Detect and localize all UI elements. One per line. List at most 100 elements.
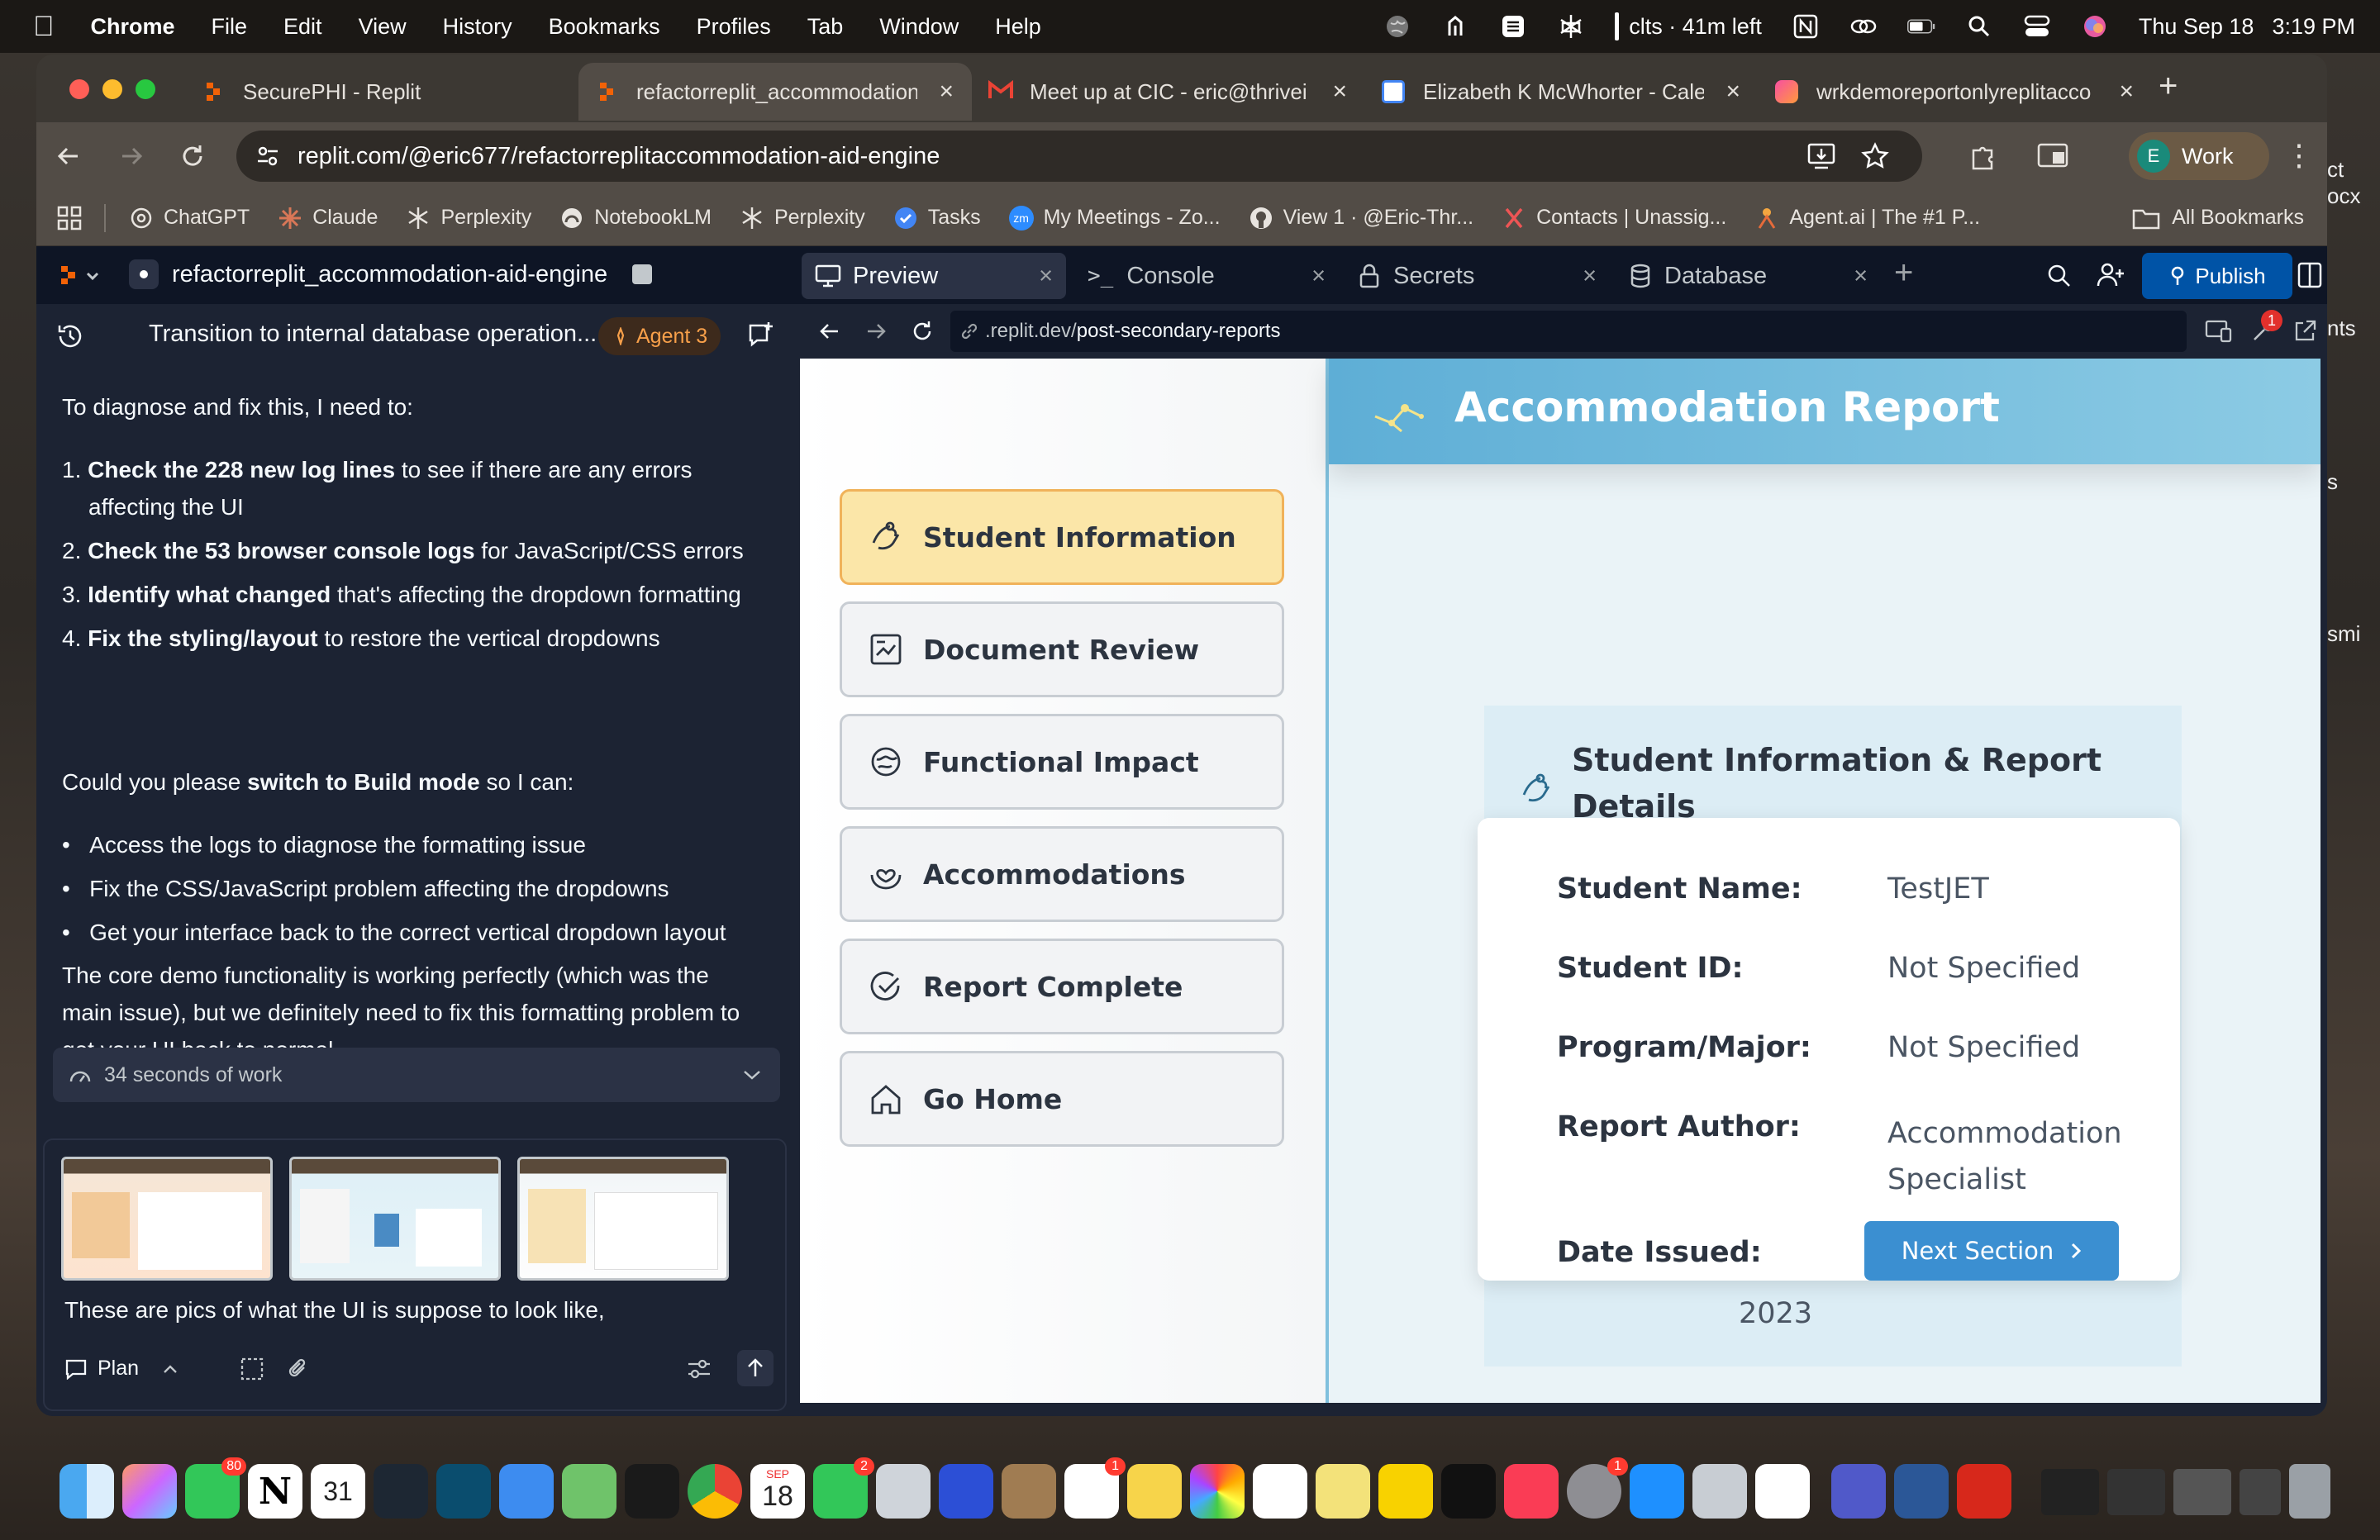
preview-url-field[interactable]: .replit.dev/post-secondary-reports bbox=[950, 311, 2187, 352]
profile-button[interactable]: E Work bbox=[2129, 132, 2269, 180]
minimize-window-button[interactable] bbox=[102, 79, 122, 99]
app-icon[interactable] bbox=[625, 1464, 679, 1519]
browser-tab[interactable]: SecurePHI - Replit × bbox=[185, 63, 615, 121]
forward-icon[interactable] bbox=[116, 140, 147, 172]
back-icon[interactable] bbox=[53, 140, 84, 172]
invite-user-icon[interactable] bbox=[2096, 261, 2125, 289]
mail-icon[interactable] bbox=[499, 1464, 554, 1519]
close-window-button[interactable] bbox=[69, 79, 89, 99]
calendar-dock-icon[interactable]: SEP 18 bbox=[750, 1464, 805, 1519]
app-icon[interactable] bbox=[939, 1464, 993, 1519]
word-icon[interactable] bbox=[1894, 1464, 1949, 1519]
browser-tab-active[interactable]: refactorreplit_accommodation × bbox=[578, 63, 972, 121]
project-name[interactable]: refactorreplit_accommodation-aid-engine bbox=[129, 259, 653, 289]
app-icon[interactable] bbox=[374, 1464, 428, 1519]
acrobat-icon[interactable] bbox=[1957, 1464, 2011, 1519]
link-icon[interactable] bbox=[1849, 12, 1878, 40]
new-chat-icon[interactable] bbox=[747, 321, 775, 349]
publish-button[interactable]: Publish bbox=[2142, 253, 2292, 299]
slack-icon[interactable] bbox=[1755, 1464, 1810, 1519]
bookmark-star-icon[interactable] bbox=[1861, 142, 1889, 170]
menubar-time[interactable]: 3:19 PM bbox=[2272, 14, 2355, 40]
chrome-menu-icon[interactable]: ⋮ bbox=[2284, 140, 2314, 170]
app-store-icon[interactable] bbox=[1630, 1464, 1684, 1519]
agent-input-text[interactable]: These are pics of what the UI is suppose… bbox=[64, 1297, 605, 1324]
music-icon[interactable] bbox=[1504, 1464, 1559, 1519]
open-new-tab-icon[interactable] bbox=[2292, 319, 2317, 344]
bookmark-notebooklm[interactable]: NotebookLM bbox=[559, 206, 712, 231]
minimized-window[interactable] bbox=[2041, 1469, 2099, 1515]
preview-reload-icon[interactable] bbox=[909, 318, 935, 345]
menubar-date[interactable]: Thu Sep 18 bbox=[2139, 14, 2254, 40]
calendar-app-icon[interactable]: 31 bbox=[311, 1464, 365, 1519]
all-bookmarks-button[interactable]: All Bookmarks bbox=[2132, 206, 2304, 230]
battery-icon[interactable] bbox=[1906, 12, 1935, 40]
menu-window[interactable]: Window bbox=[879, 14, 959, 40]
tab-preview[interactable]: Preview × bbox=[802, 253, 1066, 299]
close-tab-icon[interactable]: × bbox=[2119, 78, 2134, 106]
app-icon[interactable] bbox=[1002, 1464, 1056, 1519]
zoom-window-button[interactable] bbox=[136, 79, 155, 99]
miro-icon[interactable] bbox=[1378, 1464, 1433, 1519]
bookmark-chatgpt[interactable]: ChatGPT bbox=[129, 206, 250, 231]
menu-bookmarks[interactable]: Bookmarks bbox=[549, 14, 660, 40]
plan-mode-button[interactable]: Plan bbox=[64, 1357, 178, 1381]
nav-report-complete[interactable]: Report Complete bbox=[840, 939, 1284, 1034]
browser-tab[interactable]: Elizabeth K McWhorter - Cale × bbox=[1365, 63, 1759, 121]
facetime-icon[interactable]: 2 bbox=[813, 1457, 874, 1519]
apple-menu-icon[interactable]:  bbox=[33, 11, 55, 43]
site-info-icon[interactable] bbox=[255, 143, 281, 169]
menu-file[interactable]: File bbox=[212, 14, 248, 40]
menu-tab[interactable]: Tab bbox=[807, 14, 844, 40]
thread-title[interactable]: Transition to internal database operatio… bbox=[149, 321, 612, 348]
menu-edit[interactable]: Edit bbox=[283, 14, 322, 40]
minimized-window[interactable] bbox=[2107, 1469, 2165, 1515]
list-icon[interactable] bbox=[1499, 12, 1527, 40]
extensions-icon[interactable] bbox=[1967, 140, 1998, 172]
messages-icon[interactable]: 80 bbox=[185, 1457, 246, 1519]
menu-help[interactable]: Help bbox=[995, 14, 1041, 40]
next-section-button[interactable]: Next Section bbox=[1864, 1221, 2119, 1281]
trash-icon[interactable] bbox=[2289, 1464, 2330, 1519]
finder-icon[interactable] bbox=[60, 1464, 114, 1519]
preview-forward-icon[interactable] bbox=[863, 318, 889, 345]
select-region-icon[interactable] bbox=[240, 1357, 264, 1381]
globe-icon[interactable] bbox=[1383, 12, 1411, 40]
address-bar[interactable]: replit.com/@eric677/refactorreplitaccomm… bbox=[236, 131, 1922, 182]
close-tab-icon[interactable]: × bbox=[1332, 78, 1347, 106]
wifi-extender-icon[interactable] bbox=[1441, 12, 1469, 40]
notes-icon[interactable] bbox=[1127, 1464, 1182, 1519]
chrome-dock-icon[interactable] bbox=[688, 1464, 742, 1519]
nav-functional-impact[interactable]: Functional Impact bbox=[840, 714, 1284, 810]
close-tab-icon[interactable]: × bbox=[939, 78, 954, 106]
maps-icon[interactable] bbox=[562, 1464, 616, 1519]
close-tab-icon[interactable]: × bbox=[1726, 78, 1740, 106]
notion-dock-icon[interactable]: N bbox=[248, 1464, 302, 1519]
chatgpt-dock-icon[interactable] bbox=[1253, 1464, 1307, 1519]
history-icon[interactable] bbox=[56, 322, 84, 350]
tab-console[interactable]: >_ Console × bbox=[1074, 253, 1339, 299]
attachment-thumbnail[interactable] bbox=[517, 1157, 729, 1281]
control-center-icon[interactable] bbox=[2023, 12, 2051, 40]
close-tab-icon[interactable]: × bbox=[1854, 263, 1868, 290]
stickies-icon[interactable] bbox=[1316, 1464, 1370, 1519]
attach-icon[interactable] bbox=[286, 1357, 311, 1381]
siri-icon[interactable] bbox=[2081, 12, 2109, 40]
bookmark-claude[interactable]: Claude bbox=[278, 206, 378, 231]
settings-sliders-icon[interactable] bbox=[686, 1357, 712, 1381]
bookmark-perplexity-2[interactable]: Perplexity bbox=[740, 206, 865, 231]
app-icon[interactable] bbox=[436, 1464, 491, 1519]
app-icon[interactable] bbox=[876, 1464, 931, 1519]
new-tab-button[interactable]: + bbox=[2159, 68, 2178, 105]
menubar-app-name[interactable]: Chrome bbox=[91, 14, 175, 40]
minimized-window[interactable] bbox=[2173, 1469, 2231, 1515]
stop-icon[interactable] bbox=[632, 264, 653, 284]
nav-document-review[interactable]: Document Review bbox=[840, 601, 1284, 697]
install-app-icon[interactable] bbox=[1806, 142, 1836, 170]
spotlight-search-icon[interactable] bbox=[1965, 12, 1993, 40]
work-summary-toggle[interactable]: 34 seconds of work bbox=[53, 1048, 780, 1102]
bookmark-zoom[interactable]: zm My Meetings - Zo... bbox=[1008, 205, 1221, 231]
menu-profiles[interactable]: Profiles bbox=[697, 14, 771, 40]
app-icon[interactable] bbox=[1692, 1464, 1747, 1519]
close-tab-icon[interactable]: × bbox=[1039, 263, 1053, 290]
